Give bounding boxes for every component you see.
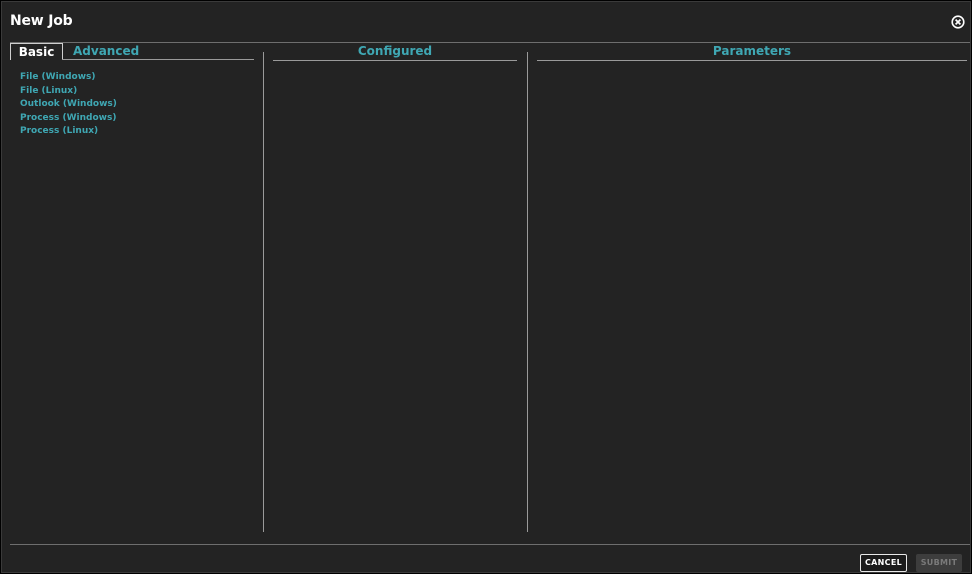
cancel-button[interactable]: CANCEL — [860, 554, 907, 572]
column-divider-left — [263, 52, 264, 532]
job-type-outlook-windows[interactable]: Outlook (Windows) — [20, 98, 117, 112]
footer-divider — [10, 544, 970, 545]
submit-button[interactable]: SUBMIT — [916, 554, 962, 572]
job-type-file-linux[interactable]: File (Linux) — [20, 85, 117, 99]
parameters-header: Parameters — [712, 44, 792, 58]
configured-underline — [273, 60, 517, 61]
parameters-underline — [537, 60, 967, 61]
tab-advanced[interactable]: Advanced — [73, 43, 139, 60]
tab-underline — [62, 59, 254, 60]
close-icon[interactable] — [951, 14, 965, 29]
job-type-list: File (Windows) File (Linux) Outlook (Win… — [20, 71, 117, 139]
job-type-process-windows[interactable]: Process (Windows) — [20, 112, 117, 126]
header-divider — [10, 42, 970, 43]
job-type-file-windows[interactable]: File (Windows) — [20, 71, 117, 85]
dialog-title: New Job — [10, 13, 73, 29]
job-type-process-linux[interactable]: Process (Linux) — [20, 125, 117, 139]
tab-basic[interactable]: Basic — [10, 43, 63, 60]
new-job-dialog: New Job Basic Advanced File (Windows) Fi… — [1, 1, 971, 573]
configured-header: Configured — [357, 44, 433, 58]
column-divider-right — [527, 52, 528, 532]
